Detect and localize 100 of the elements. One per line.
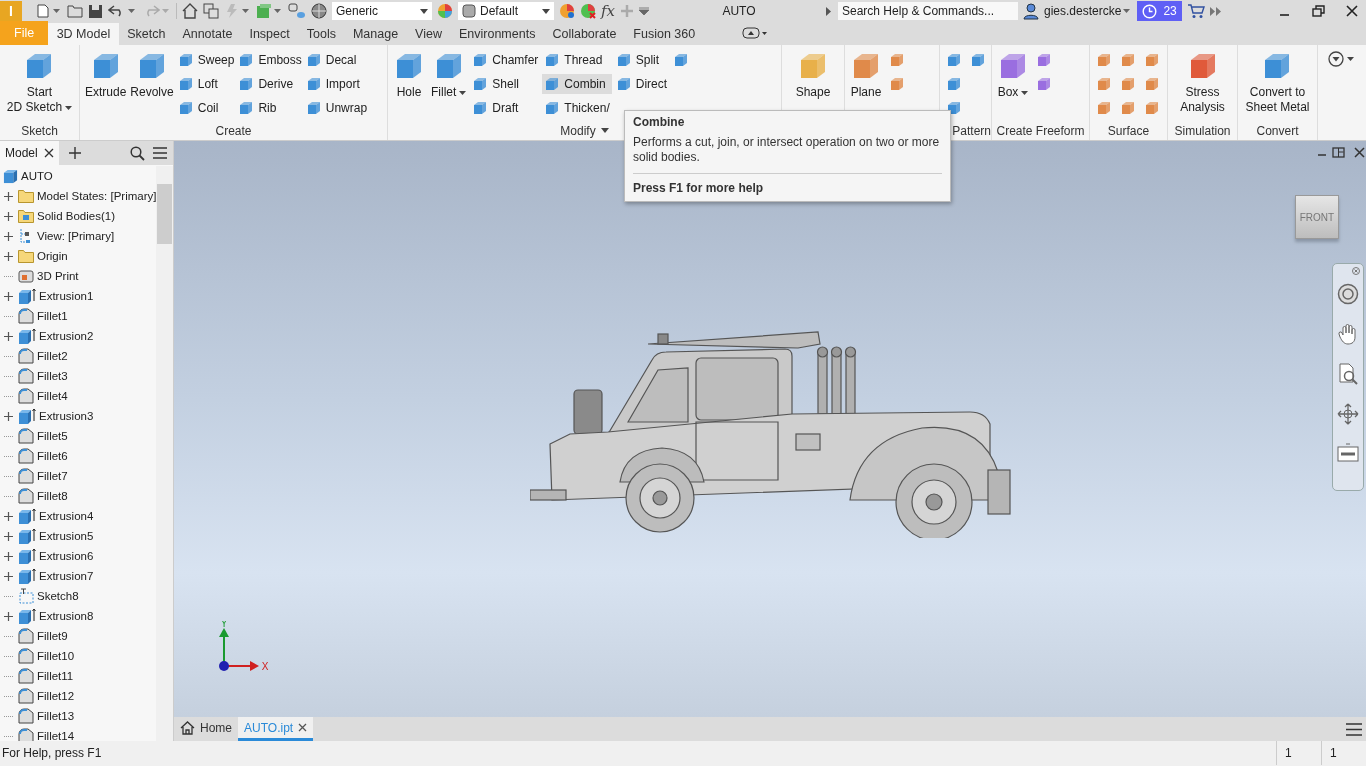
user-name[interactable]: gies.destercke [1044, 4, 1122, 18]
ribbon-button[interactable]: Combin [542, 74, 612, 94]
tree-item[interactable]: Extrusion6 [39, 550, 94, 562]
expand-icon[interactable] [4, 291, 13, 301]
orbit-icon[interactable] [1337, 403, 1359, 425]
caret-icon[interactable] [600, 128, 609, 134]
tree-item[interactable]: Extrusion7 [39, 570, 94, 582]
tree-item[interactable]: Fillet13 [37, 710, 75, 722]
sphere-icon[interactable] [311, 3, 327, 19]
caret-icon[interactable] [128, 9, 135, 13]
tree-item[interactable]: Fillet1 [37, 310, 68, 322]
tree-item[interactable]: 3D Print [37, 270, 79, 282]
tree-item[interactable]: Fillet9 [37, 630, 68, 642]
tree-item[interactable]: Sketch8 [37, 590, 79, 602]
ribbon-tab[interactable]: Annotate [173, 23, 241, 45]
caret-icon[interactable] [274, 9, 281, 13]
ribbon-button[interactable]: Loft [175, 74, 237, 94]
expand-icon[interactable] [4, 531, 13, 541]
ribbon-button[interactable]: Shape [793, 48, 833, 118]
folder-icon[interactable] [67, 4, 83, 18]
steering-wheel-icon[interactable] [1337, 283, 1359, 305]
search-field[interactable]: Search Help & Commands... [838, 2, 1018, 20]
ribbon-tab[interactable]: Manage [344, 23, 407, 45]
ribbon-tab[interactable]: View [406, 23, 451, 45]
search-icon[interactable] [130, 145, 145, 161]
expand-icon[interactable] [4, 251, 13, 261]
windows-icon[interactable] [203, 3, 219, 19]
expand-icon[interactable] [4, 571, 13, 581]
expand-icon[interactable] [4, 231, 13, 241]
ribbon-tab[interactable]: Fusion 360 [624, 23, 704, 45]
ribbon-button[interactable]: Revolve [128, 48, 176, 118]
function-button[interactable]: fx [601, 2, 615, 20]
expand-icon[interactable] [4, 551, 13, 561]
ribbon-tab[interactable]: Environments [450, 23, 544, 45]
tree-item[interactable]: AUTO [21, 170, 53, 182]
ribbon-button[interactable]: Box [995, 48, 1031, 118]
ribbon-button[interactable]: Draft [470, 98, 541, 118]
pan-icon[interactable] [1338, 323, 1358, 345]
tree-item[interactable]: Extrusion3 [39, 410, 94, 422]
tree-item[interactable]: Extrusion4 [39, 510, 94, 522]
ribbon-button[interactable]: Emboss [236, 50, 304, 70]
zoom-icon[interactable] [1337, 363, 1359, 385]
expand-icon[interactable] [4, 511, 13, 521]
ribbon-button[interactable]: Plane [848, 48, 884, 118]
tree-item[interactable]: Model States: [Primary] [37, 190, 157, 202]
tree-item[interactable]: Extrusion5 [39, 530, 94, 542]
material-dropdown[interactable]: Generic [332, 2, 432, 20]
close-icon[interactable] [298, 723, 308, 732]
close-icon[interactable] [1354, 147, 1365, 158]
color-wheel-icon[interactable] [437, 3, 453, 19]
ribbon-toggle-icon[interactable] [741, 27, 768, 39]
ribbon-button[interactable]: Direct [613, 74, 670, 94]
ribbon-button[interactable]: Chamfer [470, 50, 541, 70]
tree-item[interactable]: Origin [37, 250, 68, 262]
ribbon-button[interactable]: Unwrap [303, 98, 370, 118]
ribbon-button[interactable]: Sweep [175, 50, 237, 70]
color-wheel-icon[interactable] [580, 3, 596, 19]
close-icon[interactable] [1346, 5, 1358, 17]
ribbon-button[interactable]: Hole [391, 48, 427, 118]
caret-icon[interactable] [53, 9, 60, 13]
tree-item[interactable]: Fillet14 [37, 730, 75, 741]
new-file-icon[interactable] [35, 3, 51, 19]
tree-item[interactable]: Fillet3 [37, 370, 68, 382]
close-icon[interactable] [43, 148, 54, 158]
dropdown-icon[interactable] [1328, 51, 1356, 67]
restore-icon[interactable] [1312, 5, 1325, 17]
ribbon-button[interactable]: Shell [470, 74, 541, 94]
ribbon-button[interactable]: Import [303, 74, 370, 94]
ribbon-button[interactable]: Convert to Sheet Metal [1243, 48, 1312, 118]
ribbon-tab[interactable]: Collaborate [543, 23, 625, 45]
appearance-dropdown[interactable]: Default [458, 2, 554, 20]
tree-item[interactable]: Extrusion8 [39, 610, 94, 622]
save-icon[interactable] [88, 3, 103, 19]
expand-icon[interactable] [4, 411, 13, 421]
trial-badge[interactable]: 23 [1137, 0, 1182, 22]
tree-item[interactable]: Fillet11 [37, 670, 74, 682]
tree-item[interactable]: Fillet8 [37, 490, 68, 502]
user-icon[interactable] [1023, 2, 1039, 20]
expand-icon[interactable] [4, 611, 13, 621]
tree-item[interactable]: Extrusion2 [39, 330, 94, 342]
home-tab[interactable]: Home [174, 717, 238, 741]
home-icon[interactable] [182, 3, 198, 19]
ribbon-button[interactable]: Split [613, 50, 670, 70]
ribbon-tab[interactable]: Sketch [118, 23, 174, 45]
database-icon[interactable] [288, 3, 306, 19]
expand-icon[interactable] [4, 211, 13, 221]
tree-item[interactable]: Solid Bodies(1) [37, 210, 115, 222]
restore-icon[interactable] [1332, 147, 1345, 158]
tree-item[interactable]: View: [Primary] [37, 230, 115, 242]
tree-item[interactable]: Extrusion1 [39, 290, 94, 302]
ribbon-tab[interactable]: 3D Model [48, 23, 119, 45]
ribbon-button[interactable]: Derive [236, 74, 304, 94]
caret-icon[interactable] [1123, 9, 1131, 13]
ribbon-button[interactable]: Thread [542, 50, 612, 70]
scrollbar[interactable] [156, 166, 173, 741]
ribbon-tab[interactable]: Tools [298, 23, 345, 45]
ribbon-tab[interactable]: Inspect [240, 23, 299, 45]
chevron-icon[interactable] [1209, 6, 1222, 16]
ribbon-button[interactable]: Start 2D Sketch [4, 48, 75, 118]
tree-item[interactable]: Fillet7 [37, 470, 68, 482]
